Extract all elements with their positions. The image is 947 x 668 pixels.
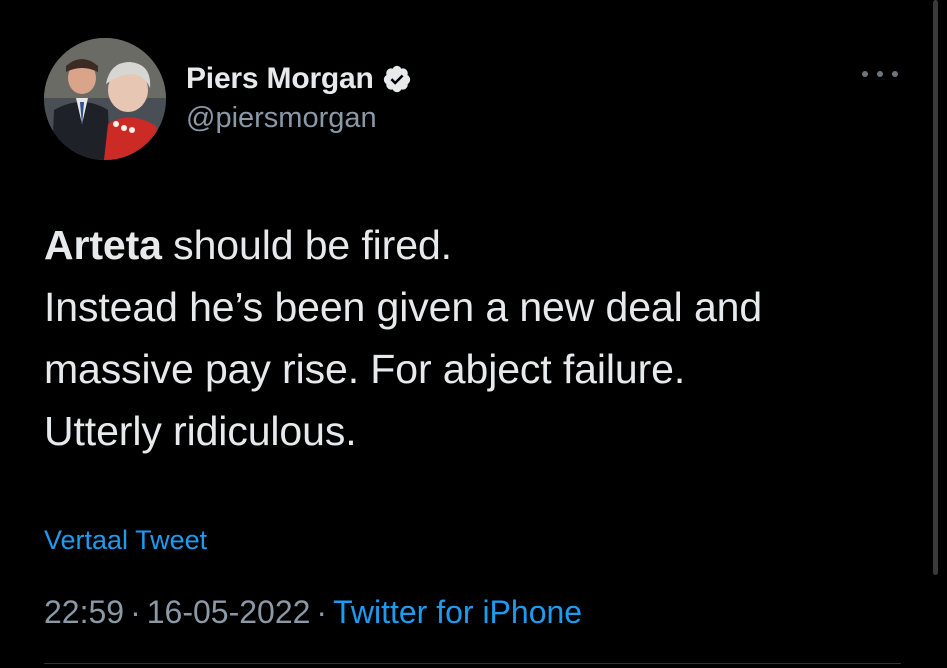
meta-separator: · (316, 594, 328, 630)
more-options-icon[interactable] (862, 62, 898, 86)
tweet-text: Arteta should be fired. Instead he’s bee… (44, 214, 924, 462)
tweet-source-link[interactable]: Twitter for iPhone (333, 594, 582, 630)
tweet-text-line-2: Instead he’s been given a new deal and (44, 284, 763, 330)
more-dot (892, 71, 898, 77)
tweet-text-line-4: Utterly ridiculous. (44, 408, 357, 454)
tweet-time[interactable]: 22:59 (44, 594, 124, 630)
avatar-image (44, 38, 166, 160)
tweet-metadata: 22:59 · 16-05-2022 · Twitter for iPhone (44, 594, 582, 631)
translate-tweet-link[interactable]: Vertaal Tweet (44, 525, 207, 556)
tweet-text-bold: Arteta (44, 222, 162, 268)
tweet-text-line-1-rest: should be fired. (161, 222, 452, 268)
meta-separator: · (130, 594, 141, 630)
author-name-row[interactable]: Piers Morgan (186, 60, 412, 98)
verified-badge-icon (383, 65, 410, 93)
tweet-card: Piers Morgan @piersmorgan Arteta should … (0, 0, 947, 668)
author-handle[interactable]: @piersmorgan (186, 102, 377, 135)
scrollbar[interactable] (933, 0, 938, 575)
tweet-date[interactable]: 16-05-2022 (147, 594, 311, 630)
more-dot (862, 71, 868, 77)
more-dot (877, 71, 883, 77)
tweet-text-line-1: Arteta should be fired. (44, 214, 924, 276)
divider (44, 663, 901, 664)
avatar[interactable] (44, 38, 166, 160)
author-display-name[interactable]: Piers Morgan (186, 62, 374, 96)
tweet-text-line-3: massive pay rise. For abject failure. (44, 346, 686, 392)
